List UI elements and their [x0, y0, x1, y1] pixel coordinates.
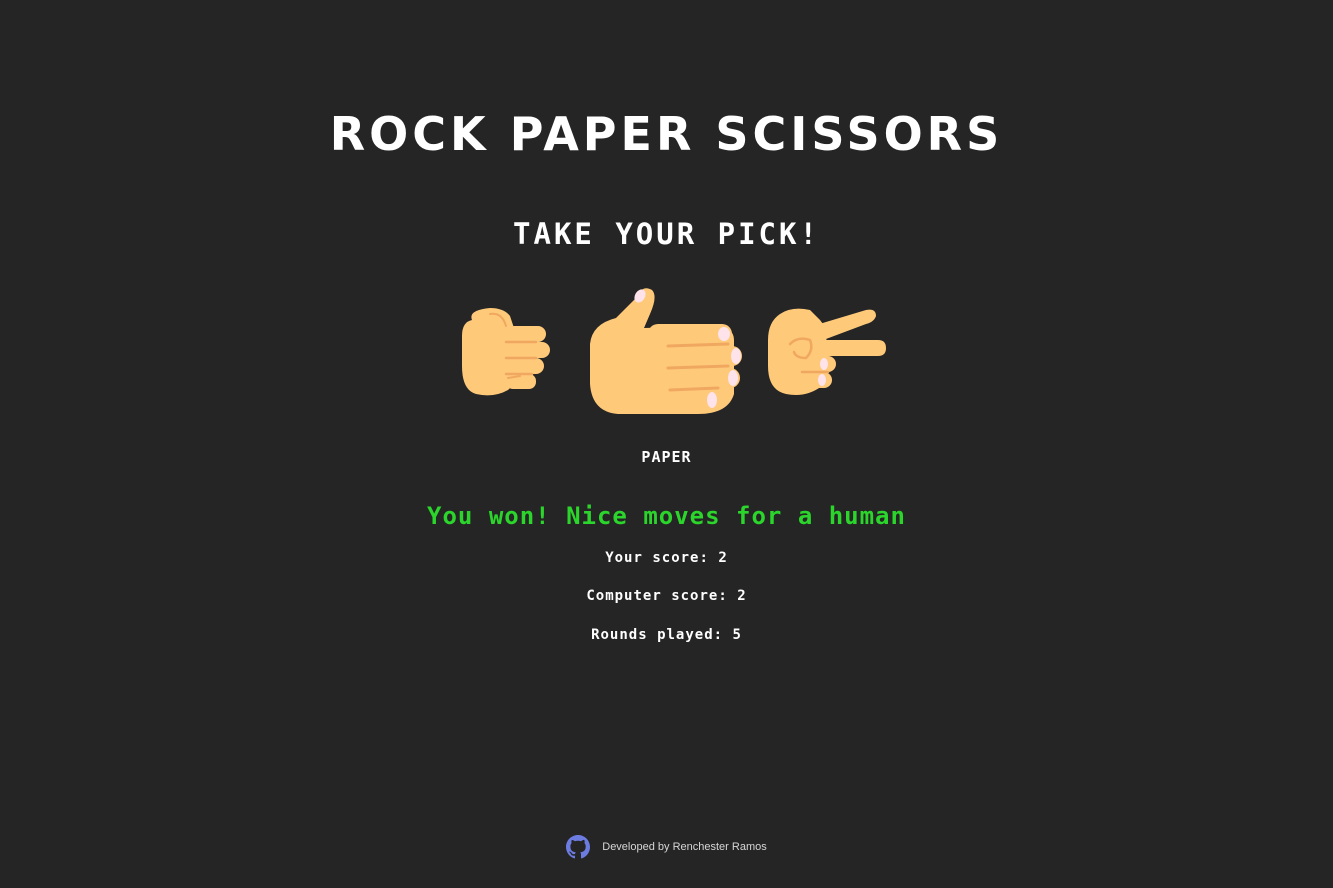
footer: Developed by Renchester Ramos: [0, 834, 1333, 860]
computer-score: Computer score: 2: [586, 588, 747, 604]
rounds-played: Rounds played: 5: [591, 627, 742, 643]
fist-hand-icon: [462, 308, 550, 396]
developer-credit: Developed by Renchester Ramos: [602, 841, 767, 853]
github-icon[interactable]: [566, 835, 591, 859]
player-score: Your score: 2: [605, 550, 728, 566]
page-title: ROCK PAPER SCISSORS: [329, 107, 1004, 161]
rock-button[interactable]: [460, 306, 552, 398]
scissors-hand-icon: [768, 308, 886, 395]
paper-button[interactable]: [588, 284, 748, 418]
round-result-message: You won! Nice moves for a human: [427, 502, 906, 530]
scissors-button[interactable]: [766, 306, 890, 396]
choice-buttons: [0, 280, 1333, 420]
pick-prompt: TAKE YOUR PICK!: [513, 217, 820, 251]
flat-hand-icon: [590, 288, 742, 414]
selected-choice-label: PAPER: [641, 448, 692, 466]
